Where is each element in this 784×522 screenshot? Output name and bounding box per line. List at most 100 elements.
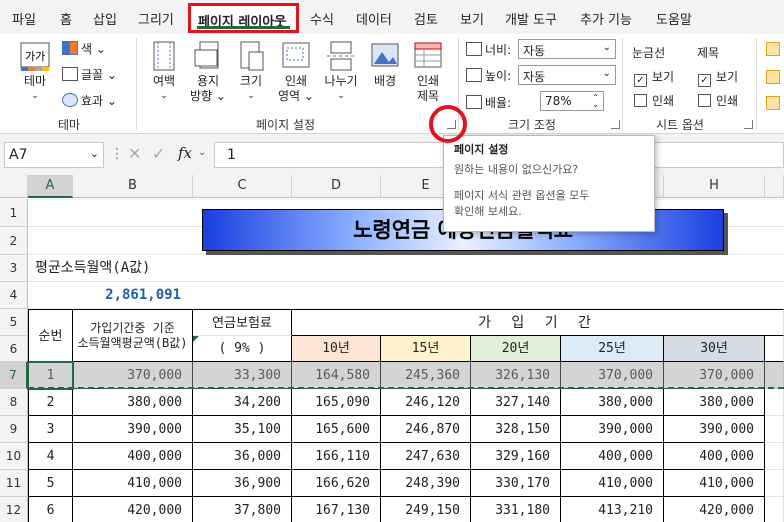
menu-review[interactable]: 검토 xyxy=(414,9,438,28)
table-cell[interactable]: 3 xyxy=(28,416,73,443)
worksheet-grid[interactable]: A B C D E F G H 1 2 3 4 5 6 7 8 9 10 11 … xyxy=(0,175,784,522)
table-cell[interactable]: 390,000 xyxy=(664,416,765,443)
orientation-button[interactable]: 용지 방향 ⌄ xyxy=(188,40,228,104)
row-header[interactable]: 12 xyxy=(0,497,28,522)
avg-income-value[interactable]: 2,861,091 xyxy=(73,282,193,309)
theme-effects-button[interactable]: 효과 ⌄ xyxy=(62,92,117,109)
chevron-down-icon[interactable]: ⌄ xyxy=(198,147,206,158)
table-cell[interactable]: 390,000 xyxy=(561,416,664,443)
table-cell[interactable]: 331,180 xyxy=(471,497,561,522)
table-cell[interactable]: 36,000 xyxy=(193,443,292,470)
gridlines-print-checkbox[interactable]: 인쇄 xyxy=(634,92,674,109)
scale-spinner[interactable]: 78% ⌃ ⌄ xyxy=(540,91,604,111)
table-cell[interactable]: 327,140 xyxy=(471,389,561,416)
table-cell[interactable]: 245,360 xyxy=(381,362,471,389)
row-header[interactable]: 5 xyxy=(0,309,28,336)
row-header[interactable]: 6 xyxy=(0,336,28,362)
row-header[interactable]: 3 xyxy=(0,255,28,282)
table-cell[interactable]: 400,000 xyxy=(664,443,765,470)
arrange-icon[interactable] xyxy=(766,96,780,110)
insert-function-icon[interactable]: fx xyxy=(178,144,192,162)
column-header-c[interactable]: C xyxy=(193,175,292,198)
width-select[interactable]: 자동 ⌄ xyxy=(518,39,616,59)
print-titles-button[interactable]: 인쇄 제목 xyxy=(408,40,448,104)
breaks-button[interactable]: 나누기 ⌄ xyxy=(319,40,363,104)
menu-file[interactable]: 파일 xyxy=(12,9,36,28)
table-cell[interactable]: 326,130 xyxy=(471,362,561,389)
table-cell[interactable]: 410,000 xyxy=(561,470,664,497)
table-cell[interactable]: 380,000 xyxy=(561,389,664,416)
table-cell[interactable]: 420,000 xyxy=(664,497,765,522)
theme-colors-button[interactable]: 색 ⌄ xyxy=(62,40,106,57)
header-period[interactable]: 가 입 기 간 xyxy=(292,309,784,336)
themes-button[interactable]: 가가 테마 ⌄ xyxy=(14,40,56,104)
header-20y[interactable]: 20년 xyxy=(471,336,561,362)
table-cell[interactable]: 167,130 xyxy=(292,497,381,522)
menu-home[interactable]: 홈 xyxy=(60,9,72,28)
table-cell[interactable]: 33,300 xyxy=(193,362,292,389)
menu-page-layout[interactable]: 페이지 레이아웃 xyxy=(188,3,299,33)
arrange-icon[interactable] xyxy=(766,42,780,56)
table-cell[interactable]: 380,000 xyxy=(664,389,765,416)
table-cell[interactable]: 370,000 xyxy=(664,362,765,389)
gridlines-view-checkbox[interactable]: ✓ 보기 xyxy=(634,68,674,87)
table-cell[interactable]: 35,100 xyxy=(193,416,292,443)
menu-view[interactable]: 보기 xyxy=(460,9,484,28)
header-premium-rate[interactable]: ( 9% ) xyxy=(193,336,292,362)
row-header[interactable]: 1 xyxy=(0,199,28,227)
table-cell[interactable]: 166,110 xyxy=(292,443,381,470)
table-cell[interactable]: 328,150 xyxy=(471,416,561,443)
table-cell[interactable]: 248,390 xyxy=(381,470,471,497)
table-cell[interactable]: 247,630 xyxy=(381,443,471,470)
table-cell[interactable]: 400,000 xyxy=(73,443,193,470)
avg-income-label[interactable]: 평균소득월액(A값) xyxy=(35,255,235,282)
table-cell[interactable]: 5 xyxy=(28,470,73,497)
menu-developer[interactable]: 개발 도구 xyxy=(505,9,557,28)
table-cell[interactable]: 2 xyxy=(28,389,73,416)
header-30y[interactable]: 30년 xyxy=(664,336,765,362)
table-cell[interactable]: 34,200 xyxy=(193,389,292,416)
headings-print-checkbox[interactable]: 인쇄 xyxy=(698,92,738,109)
table-cell[interactable]: 246,870 xyxy=(381,416,471,443)
table-cell-empty[interactable] xyxy=(765,416,784,443)
table-cell[interactable]: 36,900 xyxy=(193,470,292,497)
table-cell[interactable]: 4 xyxy=(28,443,73,470)
table-cell[interactable]: 420,000 xyxy=(73,497,193,522)
table-cell[interactable]: 390,000 xyxy=(73,416,193,443)
margins-button[interactable]: 여백 ⌄ xyxy=(144,40,184,104)
table-cell[interactable]: 6 xyxy=(28,497,73,522)
menu-data[interactable]: 데이터 xyxy=(356,9,392,28)
size-button[interactable]: 크기 ⌄ xyxy=(233,40,269,104)
table-cell-empty[interactable] xyxy=(765,470,784,497)
headings-view-checkbox[interactable]: ✓ 보기 xyxy=(698,68,738,87)
arrange-icon[interactable] xyxy=(766,70,780,84)
column-header-i[interactable] xyxy=(765,175,784,198)
header-premium[interactable]: 연금보험료 xyxy=(193,309,292,336)
name-box[interactable]: A7 ⌄ xyxy=(4,142,104,168)
header-10y[interactable]: 10년 xyxy=(292,336,381,362)
table-cell[interactable]: 410,000 xyxy=(73,470,193,497)
table-cell[interactable]: 380,000 xyxy=(73,389,193,416)
table-cell-empty[interactable] xyxy=(765,497,784,522)
table-cell-empty[interactable] xyxy=(765,389,784,416)
column-header-d[interactable]: D xyxy=(292,175,381,198)
header-25y[interactable]: 25년 xyxy=(561,336,664,362)
table-cell[interactable]: 249,150 xyxy=(381,497,471,522)
table-cell[interactable]: 165,600 xyxy=(292,416,381,443)
spinner-arrows-icon[interactable]: ⌃ ⌄ xyxy=(592,94,599,109)
menu-addins[interactable]: 추가 기능 xyxy=(580,9,632,28)
row-header[interactable]: 9 xyxy=(0,416,28,443)
background-button[interactable]: 배경 xyxy=(367,40,403,89)
row-header-active[interactable]: 7 xyxy=(0,362,28,389)
table-cell[interactable]: 165,090 xyxy=(292,389,381,416)
table-cell-empty[interactable] xyxy=(765,443,784,470)
table-cell[interactable]: 400,000 xyxy=(561,443,664,470)
theme-fonts-button[interactable]: 글꼴 ⌄ xyxy=(62,66,117,83)
select-all-corner[interactable] xyxy=(0,175,28,198)
table-cell[interactable]: 413,210 xyxy=(561,497,664,522)
row-header[interactable]: 4 xyxy=(0,282,28,309)
cancel-icon[interactable]: ✕ xyxy=(128,144,141,163)
table-cell[interactable]: 410,000 xyxy=(664,470,765,497)
enter-check-icon[interactable]: ✓ xyxy=(152,144,165,163)
column-header-b[interactable]: B xyxy=(73,175,193,198)
